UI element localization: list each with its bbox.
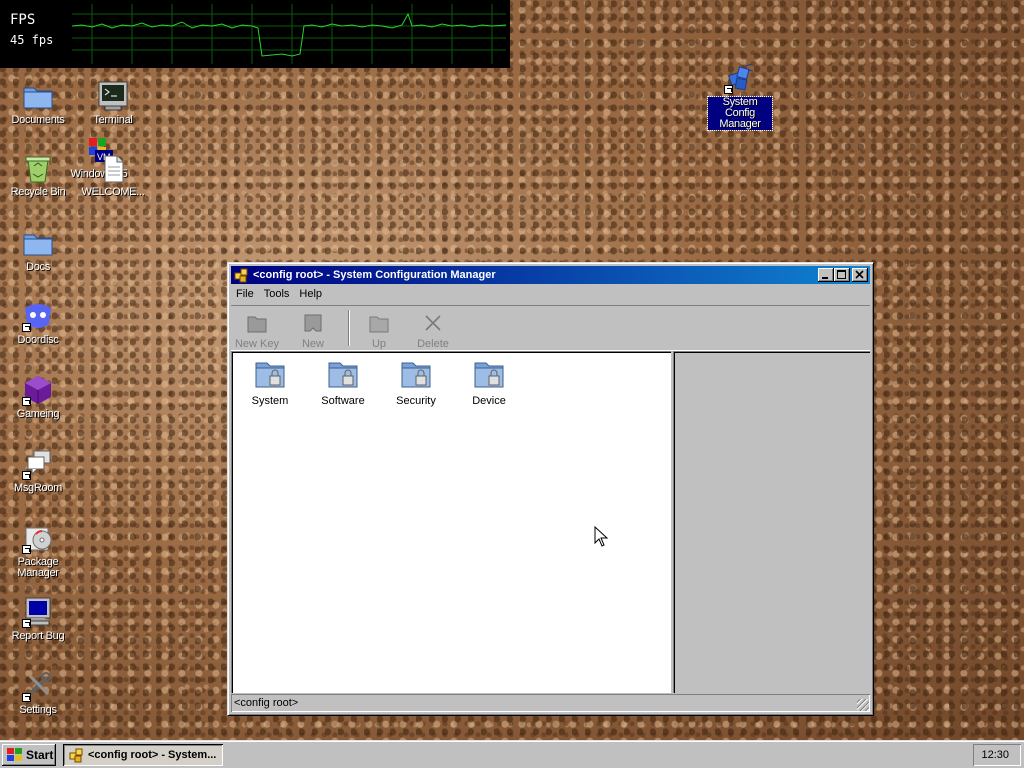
desktop-icon-label: Doordisc <box>17 334 59 346</box>
terminal-icon <box>97 80 129 112</box>
maximize-button[interactable] <box>834 268 850 282</box>
key-label: Software <box>321 395 365 407</box>
folder-icon <box>22 227 54 259</box>
fps-monitor: FPS 45 fps <box>0 0 510 68</box>
registry-icon <box>724 62 756 94</box>
locked-folder-icon <box>399 357 433 391</box>
delete-x-icon <box>422 312 444 334</box>
key-label: Device <box>472 395 506 407</box>
desktop-icon-system-config-manager[interactable]: System Config Manager <box>703 62 777 131</box>
close-button[interactable] <box>852 268 868 282</box>
desktop-icon-label: Package Manager <box>17 556 59 579</box>
desktop-icon-doordisc[interactable]: Doordisc <box>1 300 75 346</box>
desktop-icon-welcome[interactable]: WELCOME... <box>76 152 150 198</box>
up-label: Up <box>371 338 387 350</box>
desktop-icon-label: Docs <box>26 261 50 273</box>
app-icon <box>234 268 248 283</box>
key-device[interactable]: Device <box>454 357 524 407</box>
settings-tools-icon <box>22 670 54 702</box>
fps-label: FPS <box>10 12 36 28</box>
desktop-icon-label: Gameing <box>16 408 60 420</box>
desktop-icon-label: WELCOME... <box>81 186 145 198</box>
clock[interactable]: 12:30 <box>981 749 1009 761</box>
desktop-icon-terminal[interactable]: Terminal <box>76 80 150 126</box>
menu-bar: File Tools Help <box>231 285 870 304</box>
menu-file[interactable]: File <box>231 285 259 300</box>
taskbar-window-button[interactable]: <config root> - System... <box>63 744 223 766</box>
key-label: Security <box>396 395 436 407</box>
status-path: <config root> <box>234 697 299 709</box>
resize-grip[interactable] <box>857 699 869 711</box>
fps-value: 45 fps <box>10 33 54 47</box>
key-security[interactable]: Security <box>381 357 451 407</box>
desktop-icon-package-manager[interactable]: Package Manager <box>1 522 75 579</box>
key-software[interactable]: Software <box>308 357 378 407</box>
menu-tools[interactable]: Tools <box>259 285 295 300</box>
desktop-icon-label: Documents <box>11 114 65 126</box>
key-list-pane[interactable]: System Software Security Device <box>231 351 671 693</box>
folder-icon <box>22 80 54 112</box>
status-bar: <config root> <box>231 694 870 712</box>
desktop-icon-label: Recycle Bin <box>10 186 66 198</box>
key-system[interactable]: System <box>235 357 305 407</box>
document-icon <box>97 152 129 184</box>
desktop-icon-gameing[interactable]: Gameing <box>1 374 75 420</box>
new-key-button[interactable]: New Key <box>231 308 283 350</box>
desktop-icon-label: Terminal <box>93 114 133 126</box>
new-key-label: New Key <box>234 338 280 350</box>
locked-folder-icon <box>253 357 287 391</box>
toolbar-separator <box>348 310 350 346</box>
window-titlebar[interactable]: <config root> - System Configuration Man… <box>231 266 870 284</box>
messages-icon <box>22 448 54 480</box>
delete-label: Delete <box>417 338 449 350</box>
desktop-icon-docs[interactable]: Docs <box>1 227 75 273</box>
up-button[interactable]: Up <box>353 308 405 350</box>
locked-folder-icon <box>472 357 506 391</box>
desktop-icon-settings[interactable]: Settings <box>1 670 75 716</box>
fps-graph <box>72 4 506 64</box>
delete-button[interactable]: Delete <box>407 308 459 350</box>
system-tray: 12:30 <box>973 744 1021 766</box>
computer-icon <box>22 596 54 628</box>
start-button[interactable]: Start <box>2 744 56 766</box>
desktop-icon-documents[interactable]: Documents <box>1 80 75 126</box>
recycle-bin-icon <box>22 152 54 184</box>
up-folder-icon <box>368 312 390 334</box>
menu-help[interactable]: Help <box>294 285 327 300</box>
locked-folder-icon <box>326 357 360 391</box>
value-details-pane[interactable] <box>673 351 870 693</box>
minimize-button[interactable] <box>818 268 834 282</box>
desktop-icon-msgroom[interactable]: MsgRoom <box>1 448 75 494</box>
app-icon <box>69 748 83 763</box>
desktop-icon-report-bug[interactable]: Report Bug <box>1 596 75 642</box>
toolbar: New Key New Value Up Delete <box>231 305 870 362</box>
key-label: System <box>251 395 289 407</box>
desktop-icon-label: Report Bug <box>11 630 65 642</box>
chat-icon <box>22 300 54 332</box>
package-icon <box>22 522 54 554</box>
taskbar: Start <config root> - System... 12:30 <box>0 740 1024 768</box>
windows-logo-icon <box>7 748 22 761</box>
new-value-icon <box>302 312 324 334</box>
game-cube-icon <box>22 374 54 406</box>
start-label: Start <box>26 748 54 762</box>
desktop-icon-label: System Config Manager <box>707 96 773 131</box>
desktop-icon-label: Settings <box>19 704 57 716</box>
taskbar-window-label: <config root> - System... <box>88 749 217 761</box>
system-config-manager-window[interactable]: <config root> - System Configuration Man… <box>227 262 874 716</box>
desktop-icon-label: MsgRoom <box>13 482 63 494</box>
new-key-icon <box>246 312 268 334</box>
mouse-cursor-icon <box>594 526 608 547</box>
window-title: <config root> - System Configuration Man… <box>253 269 496 281</box>
